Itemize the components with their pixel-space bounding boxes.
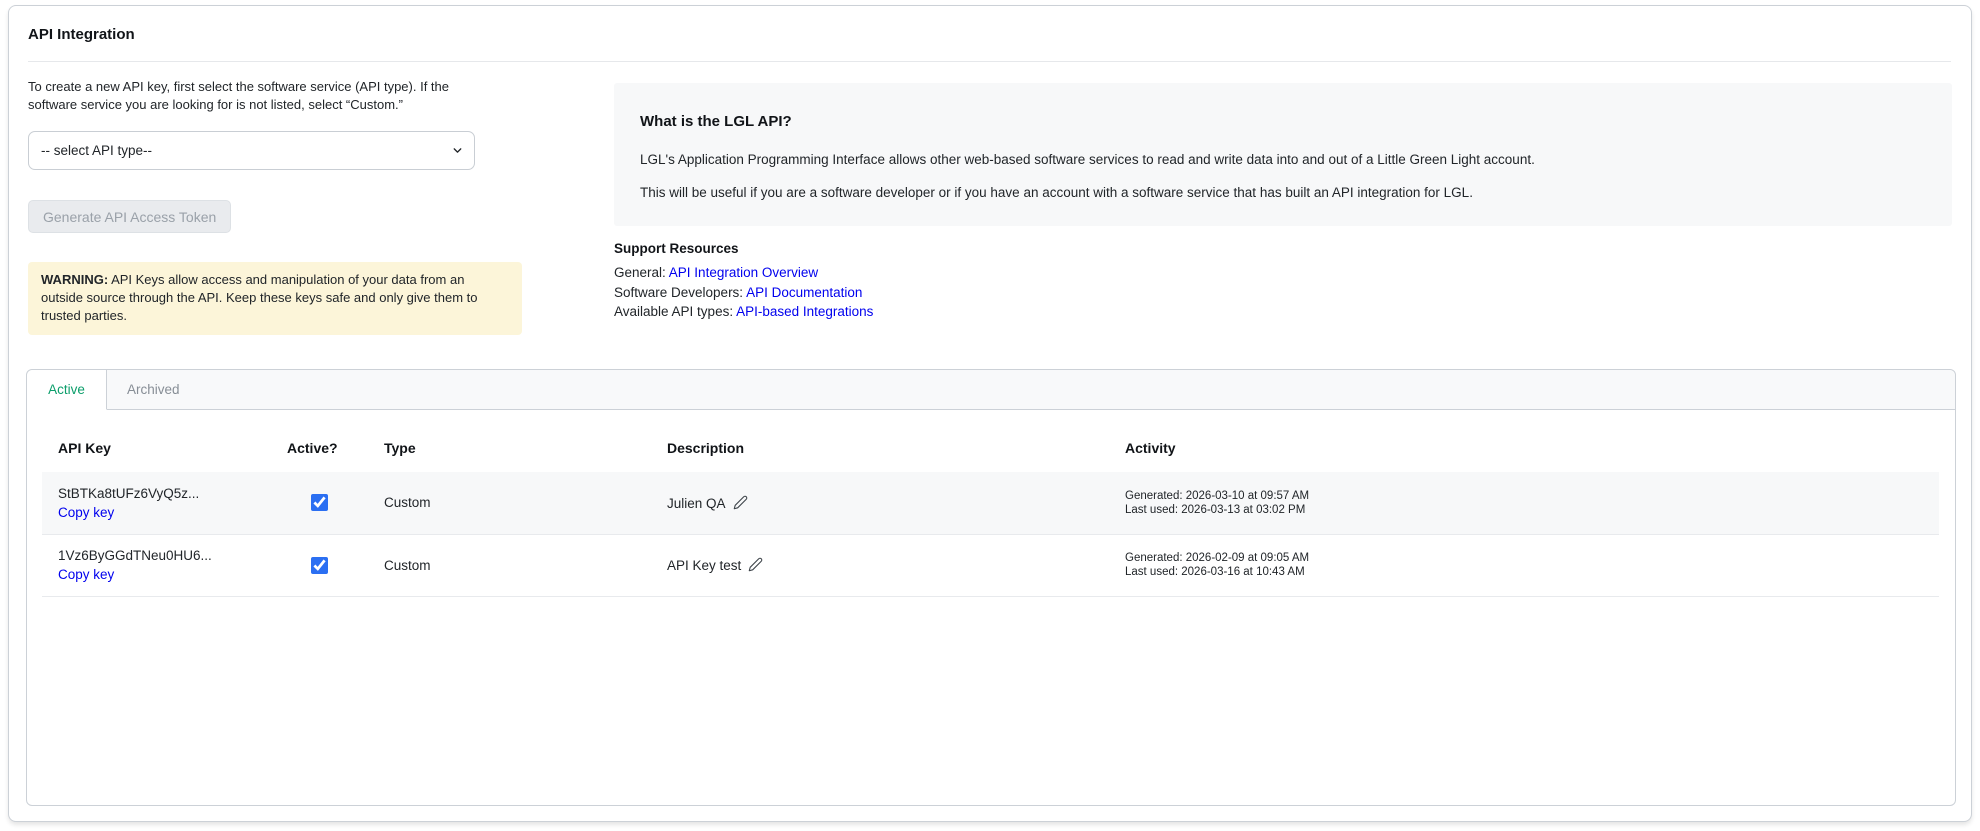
- api-keys-tab-panel: Active Archived API Key Active? Type Des…: [26, 369, 1956, 806]
- active-checkbox[interactable]: [311, 557, 328, 574]
- api-key-value: StBTKa8tUFz6VyQ5z...: [58, 486, 255, 501]
- support-line-api-types: Available API types: API-based Integrati…: [614, 302, 873, 322]
- header-activity: Activity: [1109, 410, 1939, 472]
- support-line-developers: Software Developers: API Documentation: [614, 283, 873, 303]
- support-line-prefix: Software Developers:: [614, 285, 746, 300]
- header-type: Type: [368, 410, 651, 472]
- support-line-prefix: Available API types:: [614, 304, 736, 319]
- tab-bar: Active Archived: [27, 370, 1955, 410]
- support-line-prefix: General:: [614, 265, 669, 280]
- api-type-select[interactable]: -- select API type--: [28, 131, 475, 170]
- lgl-api-info-box: What is the LGL API? LGL's Application P…: [614, 83, 1952, 226]
- info-box-paragraph: LGL's Application Programming Interface …: [640, 152, 1926, 167]
- link-api-integration-overview[interactable]: API Integration Overview: [669, 265, 818, 280]
- generated-timestamp: Generated: 2026-02-09 at 09:05 AM: [1125, 551, 1923, 565]
- info-box-title: What is the LGL API?: [640, 113, 1926, 130]
- description-value: Julien QA: [667, 496, 726, 511]
- table-header-row: API Key Active? Type Description Activit…: [42, 410, 1939, 472]
- generated-timestamp: Generated: 2026-03-10 at 09:57 AM: [1125, 489, 1923, 503]
- api-keys-table: API Key Active? Type Description Activit…: [42, 410, 1939, 597]
- link-api-based-integrations[interactable]: API-based Integrations: [736, 304, 873, 319]
- info-box-paragraph: This will be useful if you are a softwar…: [640, 185, 1926, 200]
- support-line-general: General: API Integration Overview: [614, 263, 873, 283]
- tab-archived[interactable]: Archived: [107, 370, 200, 409]
- header-active: Active?: [271, 410, 368, 472]
- last-used-timestamp: Last used: 2026-03-13 at 03:02 PM: [1125, 503, 1923, 517]
- warning-label: WARNING:: [41, 272, 108, 287]
- warning-banner: WARNING: API Keys allow access and manip…: [28, 262, 522, 335]
- generate-api-token-button[interactable]: Generate API Access Token: [28, 200, 231, 233]
- tab-active[interactable]: Active: [27, 370, 107, 410]
- title-divider: [28, 61, 1951, 62]
- last-used-timestamp: Last used: 2026-03-16 at 10:43 AM: [1125, 565, 1923, 579]
- table-row: StBTKa8tUFz6VyQ5z... Copy key Custom Jul…: [42, 472, 1939, 534]
- type-value: Custom: [368, 472, 651, 534]
- create-key-instructions: To create a new API key, first select th…: [28, 78, 500, 114]
- api-key-value: 1Vz6ByGGdTNeu0HU6...: [58, 548, 255, 563]
- header-api-key: API Key: [42, 410, 271, 472]
- description-value: API Key test: [667, 558, 741, 573]
- copy-key-link[interactable]: Copy key: [58, 505, 114, 520]
- api-type-select-wrap: -- select API type--: [28, 131, 475, 170]
- header-description: Description: [651, 410, 1109, 472]
- edit-description-icon[interactable]: [748, 557, 763, 572]
- table-row: 1Vz6ByGGdTNeu0HU6... Copy key Custom API…: [42, 534, 1939, 596]
- link-api-documentation[interactable]: API Documentation: [746, 285, 862, 300]
- page-title: API Integration: [28, 26, 135, 43]
- edit-description-icon[interactable]: [733, 495, 748, 510]
- support-resources: Support Resources General: API Integrati…: [614, 241, 873, 322]
- type-value: Custom: [368, 534, 651, 596]
- support-resources-title: Support Resources: [614, 241, 873, 256]
- active-checkbox[interactable]: [311, 494, 328, 511]
- copy-key-link[interactable]: Copy key: [58, 567, 114, 582]
- api-integration-panel: API Integration To create a new API key,…: [8, 5, 1972, 822]
